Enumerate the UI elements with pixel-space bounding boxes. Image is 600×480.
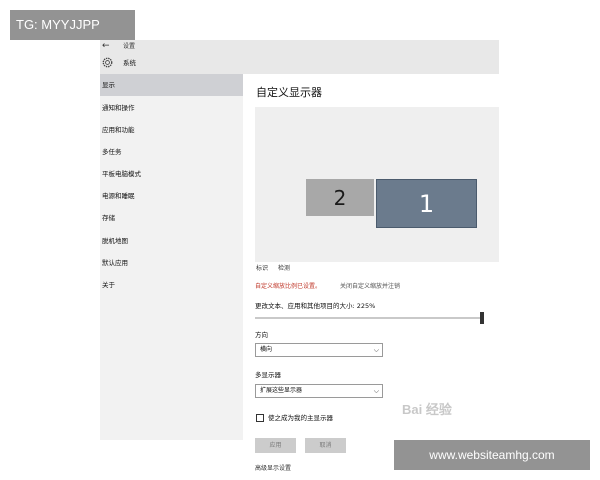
scale-size-label: 更改文本、应用和其他项目的大小: 225% — [255, 302, 376, 310]
sidebar-item-multitasking[interactable]: 多任务 — [100, 141, 243, 163]
sidebar-item-notifications[interactable]: 通知和操作 — [100, 97, 243, 119]
orientation-label: 方向 — [255, 331, 268, 339]
page-title: 自定义显示器 — [256, 86, 322, 99]
settings-window: ← 设置 系统 显示 通知和操作 应用和功能 多任务 平板电脑模式 电源和睡眠 … — [100, 40, 499, 472]
custom-scaling-warning: 自定义缩放比例已设置。 — [255, 283, 322, 290]
advanced-display-settings-link[interactable]: 高级显示设置 — [255, 464, 291, 473]
sidebar-item-offline-maps[interactable]: 脱机地图 — [100, 230, 243, 252]
sidebar-item-power-sleep[interactable]: 电源和睡眠 — [100, 185, 243, 207]
tg-watermark-banner: TG: MYYJJPP — [10, 10, 135, 40]
multiple-displays-value: 扩展这些显示器 — [260, 387, 303, 394]
detect-link[interactable]: 检测 — [278, 265, 290, 273]
chevron-down-icon: ⌵ — [373, 387, 379, 395]
turn-off-scaling-link[interactable]: 关闭自定义缩放并注销 — [340, 283, 400, 291]
sidebar-item-default-apps[interactable]: 默认应用 — [100, 252, 243, 274]
sidebar-item-about[interactable]: 关于 — [100, 274, 243, 296]
sidebar-item-tablet-mode[interactable]: 平板电脑模式 — [100, 163, 243, 185]
sidebar-item-storage[interactable]: 存储 — [100, 207, 243, 229]
sidebar-item-apps-features[interactable]: 应用和功能 — [100, 119, 243, 141]
orientation-dropdown[interactable]: 横向 ⌵ — [255, 343, 383, 357]
gear-icon — [102, 57, 113, 68]
section-title: 系统 — [123, 59, 136, 67]
back-arrow-icon[interactable]: ← — [102, 41, 110, 52]
identify-link[interactable]: 标识 — [256, 265, 268, 273]
website-watermark-banner: www.websiteamhg.com — [394, 440, 590, 470]
baidu-watermark: Bai 经验 — [402, 402, 452, 417]
sidebar-item-display[interactable]: 显示 — [100, 74, 243, 96]
scale-slider-thumb[interactable] — [480, 312, 484, 324]
multiple-displays-label: 多显示器 — [255, 371, 281, 379]
sidebar: 显示 通知和操作 应用和功能 多任务 平板电脑模式 电源和睡眠 存储 脱机地图 … — [100, 74, 243, 440]
main-display-checkbox-label[interactable]: 使之成为我的主显示器 — [268, 414, 333, 423]
monitor-1-tile[interactable]: 1 — [376, 179, 477, 228]
cancel-button[interactable]: 取消 — [305, 438, 346, 453]
monitor-2-tile[interactable]: 2 — [306, 179, 374, 216]
orientation-value: 横向 — [260, 346, 273, 353]
chevron-down-icon: ⌵ — [373, 346, 379, 354]
multiple-displays-dropdown[interactable]: 扩展这些显示器 ⌵ — [255, 384, 383, 398]
scale-slider-track[interactable] — [255, 317, 483, 319]
title-bar: ← 设置 系统 — [100, 40, 499, 74]
apply-button[interactable]: 应用 — [255, 438, 296, 453]
main-display-checkbox[interactable] — [256, 414, 264, 422]
monitor-preview-area: 2 1 — [255, 107, 499, 262]
app-title: 设置 — [123, 43, 136, 50]
